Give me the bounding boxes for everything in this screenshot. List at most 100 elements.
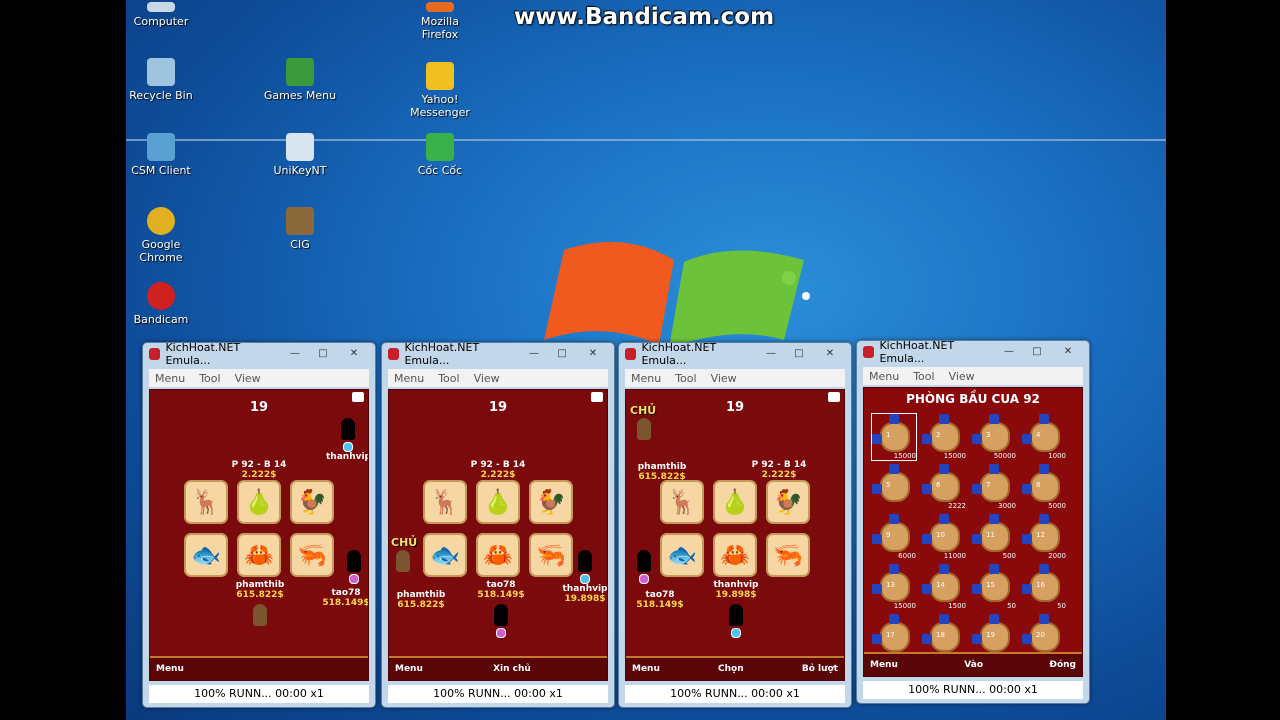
- rooster-tile[interactable]: 🐓: [766, 480, 810, 524]
- window-menubar: Menu Tool View: [625, 369, 845, 387]
- deer-tile[interactable]: 🦌: [184, 480, 228, 524]
- chat-icon[interactable]: [828, 392, 840, 402]
- room-table[interactable]: 2 15000: [922, 414, 966, 460]
- rooster-tile[interactable]: 🐓: [290, 480, 334, 524]
- shrimp-tile[interactable]: 🦐: [766, 533, 810, 577]
- room-table[interactable]: 5: [872, 464, 916, 510]
- room-table[interactable]: 13 15000: [872, 564, 916, 610]
- deer-tile[interactable]: 🦌: [423, 480, 467, 524]
- minimize-button[interactable]: —: [283, 347, 307, 361]
- table-icon: [880, 522, 910, 552]
- softkey-center[interactable]: Xin chủ: [493, 664, 531, 674]
- window-titlebar[interactable]: KichHoat.NET Emula... — □ ✕: [143, 341, 375, 367]
- fish-tile[interactable]: 🐟: [184, 533, 228, 577]
- rooster-tile[interactable]: 🐓: [529, 480, 573, 524]
- player-left-avatar[interactable]: [636, 550, 652, 584]
- room-table[interactable]: 10 11000: [922, 514, 966, 560]
- menu-view[interactable]: View: [711, 372, 737, 385]
- softkey-center[interactable]: Vào: [964, 660, 983, 670]
- player-top-right[interactable]: thanhvip: [326, 418, 368, 462]
- chat-icon[interactable]: [591, 392, 603, 402]
- desktop-icon-cig[interactable]: CIG: [260, 207, 340, 251]
- emulator-window-2[interactable]: KichHoat.NET Emula... — □ ✕ Menu Tool Vi…: [381, 341, 615, 708]
- player-bottom[interactable]: thanhvip 19.898$: [704, 580, 768, 638]
- softkey-left[interactable]: Menu: [156, 664, 184, 674]
- player-left[interactable]: phamthib 615.822$: [389, 590, 453, 610]
- menu-menu[interactable]: Menu: [394, 372, 424, 385]
- maximize-button[interactable]: □: [787, 347, 811, 361]
- menu-tool[interactable]: Tool: [199, 372, 220, 385]
- shrimp-tile[interactable]: 🦐: [290, 533, 334, 577]
- room-table[interactable]: 12 2000: [1022, 514, 1066, 560]
- desktop-icon-computer[interactable]: Computer: [126, 2, 201, 28]
- menu-view[interactable]: View: [235, 372, 261, 385]
- minimize-button[interactable]: —: [997, 345, 1021, 359]
- close-button[interactable]: ✕: [1053, 345, 1083, 359]
- menu-menu[interactable]: Menu: [155, 372, 185, 385]
- minimize-button[interactable]: —: [522, 347, 546, 361]
- gourd-tile[interactable]: 🍐: [476, 480, 520, 524]
- softkey-center[interactable]: Chọn: [718, 664, 744, 674]
- softkey-left[interactable]: Menu: [870, 660, 898, 670]
- room-table[interactable]: 6 2222: [922, 464, 966, 510]
- window-titlebar[interactable]: KichHoat.NET Emula... — □ ✕: [857, 339, 1089, 365]
- deer-tile[interactable]: 🦌: [660, 480, 704, 524]
- window-titlebar[interactable]: KichHoat.NET Emula... — □ ✕: [382, 341, 614, 367]
- close-button[interactable]: ✕: [339, 347, 369, 361]
- chat-icon[interactable]: [352, 392, 364, 402]
- desktop-icon-unikey[interactable]: UniKeyNT: [260, 133, 340, 177]
- crab-tile[interactable]: 🦀: [713, 533, 757, 577]
- emulator-window-1[interactable]: KichHoat.NET Emula... — □ ✕ Menu Tool Vi…: [142, 341, 376, 708]
- emulator-window-4[interactable]: KichHoat.NET Emula... — □ ✕ Menu Tool Vi…: [856, 339, 1090, 704]
- player-bottom-right[interactable]: tao78 518.149$: [318, 588, 368, 608]
- desktop-icon-recycle-bin[interactable]: Recycle Bin: [126, 58, 201, 102]
- room-table[interactable]: 15 50: [972, 564, 1016, 610]
- softkey-right[interactable]: Bỏ lượt: [802, 664, 838, 674]
- desktop-icon-chrome[interactable]: Google Chrome: [126, 207, 201, 264]
- close-button[interactable]: ✕: [578, 347, 608, 361]
- maximize-button[interactable]: □: [311, 347, 335, 361]
- menu-menu[interactable]: Menu: [631, 372, 661, 385]
- gourd-tile[interactable]: 🍐: [237, 480, 281, 524]
- desktop-icon-yahoo-messenger[interactable]: Yahoo! Messenger: [400, 62, 480, 119]
- desktop-icon-games-menu[interactable]: Games Menu: [260, 58, 340, 102]
- menu-tool[interactable]: Tool: [438, 372, 459, 385]
- player-bottom[interactable]: tao78 518.149$: [473, 580, 529, 638]
- softkey-left[interactable]: Menu: [395, 664, 423, 674]
- room-table[interactable]: 11 500: [972, 514, 1016, 560]
- gourd-tile[interactable]: 🍐: [713, 480, 757, 524]
- room-table[interactable]: 14 1500: [922, 564, 966, 610]
- room-table[interactable]: 3 50000: [972, 414, 1016, 460]
- desktop-icon-bandicam[interactable]: Bandicam: [126, 282, 201, 326]
- maximize-button[interactable]: □: [550, 347, 574, 361]
- player-self[interactable]: phamthib 615.822$: [220, 580, 300, 628]
- room-table[interactable]: 7 3000: [972, 464, 1016, 510]
- crab-tile[interactable]: 🦀: [476, 533, 520, 577]
- menu-view[interactable]: View: [474, 372, 500, 385]
- desktop-icon-csm-client[interactable]: CSM Client: [126, 133, 201, 177]
- softkey-left[interactable]: Menu: [632, 664, 660, 674]
- menu-tool[interactable]: Tool: [913, 370, 934, 383]
- player-right[interactable]: [336, 550, 368, 584]
- close-button[interactable]: ✕: [815, 347, 845, 361]
- softkey-right[interactable]: Đóng: [1049, 660, 1076, 670]
- menu-tool[interactable]: Tool: [675, 372, 696, 385]
- fish-tile[interactable]: 🐟: [423, 533, 467, 577]
- menu-view[interactable]: View: [949, 370, 975, 383]
- room-table[interactable]: 4 1000: [1022, 414, 1066, 460]
- window-titlebar[interactable]: KichHoat.NET Emula... — □ ✕: [619, 341, 851, 367]
- fish-tile[interactable]: 🐟: [660, 533, 704, 577]
- minimize-button[interactable]: —: [759, 347, 783, 361]
- room-table[interactable]: 1 15000: [871, 413, 917, 461]
- room-table[interactable]: 8 5000: [1022, 464, 1066, 510]
- room-table[interactable]: 9 6000: [872, 514, 916, 560]
- menu-menu[interactable]: Menu: [869, 370, 899, 383]
- emulator-window-3[interactable]: KichHoat.NET Emula... — □ ✕ Menu Tool Vi…: [618, 341, 852, 708]
- desktop-icon-coccoc[interactable]: Cốc Cốc: [400, 133, 480, 177]
- maximize-button[interactable]: □: [1025, 345, 1049, 359]
- player-left[interactable]: tao78 518.149$: [630, 590, 690, 610]
- desktop-icon-firefox[interactable]: Mozilla Firefox: [400, 2, 480, 41]
- player-right[interactable]: thanhvip 19.898$: [561, 550, 607, 604]
- room-table[interactable]: 16 50: [1022, 564, 1066, 610]
- crab-tile[interactable]: 🦀: [237, 533, 281, 577]
